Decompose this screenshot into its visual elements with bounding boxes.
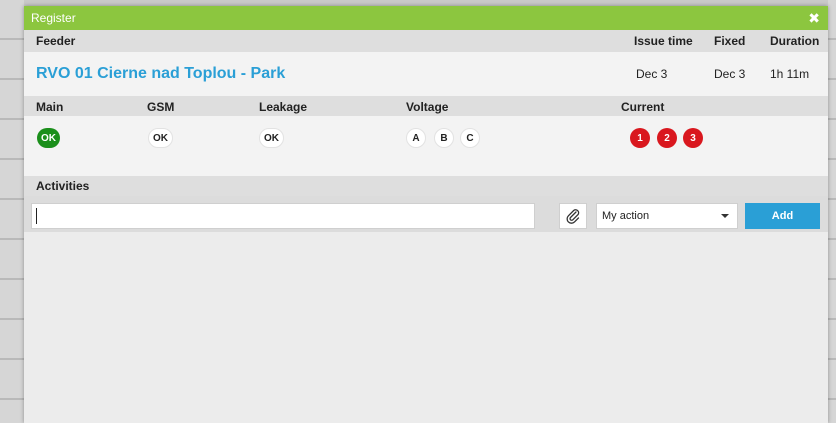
register-dialog: Register ✖ Feeder Issue time Fixed Durat… <box>24 6 828 423</box>
issue-time-column-header: Issue time <box>634 34 693 48</box>
voltage-b-badge: B <box>434 128 454 148</box>
activity-input[interactable] <box>31 203 535 229</box>
feeder-name: RVO 01 Cierne nad Toplou - Park <box>36 65 286 82</box>
action-select[interactable]: My action <box>596 203 738 229</box>
duration-column-header: Duration <box>770 34 820 48</box>
voltage-column-header: Voltage <box>406 100 449 114</box>
chevron-down-icon <box>721 214 729 218</box>
gsm-column-header: GSM <box>147 100 175 114</box>
add-button[interactable]: Add <box>745 203 820 229</box>
fixed-value: Dec 3 <box>714 67 746 81</box>
voltage-a-badge: A <box>406 128 426 148</box>
gsm-status-badge: OK <box>148 128 173 148</box>
feeder-header-row: Feeder Issue time Fixed Duration <box>24 30 828 52</box>
feeder-row: RVO 01 Cierne nad Toplou - Park Dec 3 De… <box>24 52 828 96</box>
dialog-titlebar: Register ✖ <box>24 6 828 30</box>
leakage-status-badge: OK <box>259 128 284 148</box>
duration-value: 1h 11m <box>770 67 810 81</box>
main-status-badge: OK <box>37 128 60 148</box>
current-1-badge: 1 <box>630 128 650 148</box>
activities-list <box>24 232 828 407</box>
status-row: OK OK OK A B C 1 2 3 <box>24 116 828 176</box>
text-cursor <box>36 208 37 224</box>
main-column-header: Main <box>36 100 64 114</box>
current-3-badge: 3 <box>683 128 703 148</box>
activities-label: Activities <box>36 179 90 193</box>
action-select-value: My action <box>602 210 650 222</box>
dialog-title: Register <box>31 11 76 25</box>
issue-time-value: Dec 3 <box>636 67 668 81</box>
current-2-badge: 2 <box>657 128 677 148</box>
voltage-c-badge: C <box>460 128 480 148</box>
feeder-column-header: Feeder <box>36 34 76 48</box>
fixed-column-header: Fixed <box>714 34 746 48</box>
status-header-row: Main GSM Leakage Voltage Current <box>24 96 828 116</box>
paperclip-icon[interactable] <box>559 203 587 229</box>
activities-header: Activities <box>24 176 828 196</box>
close-icon[interactable]: ✖ <box>808 11 820 25</box>
activities-toolbar: My action Add <box>24 196 828 232</box>
leakage-column-header: Leakage <box>259 100 308 114</box>
current-column-header: Current <box>621 100 665 114</box>
